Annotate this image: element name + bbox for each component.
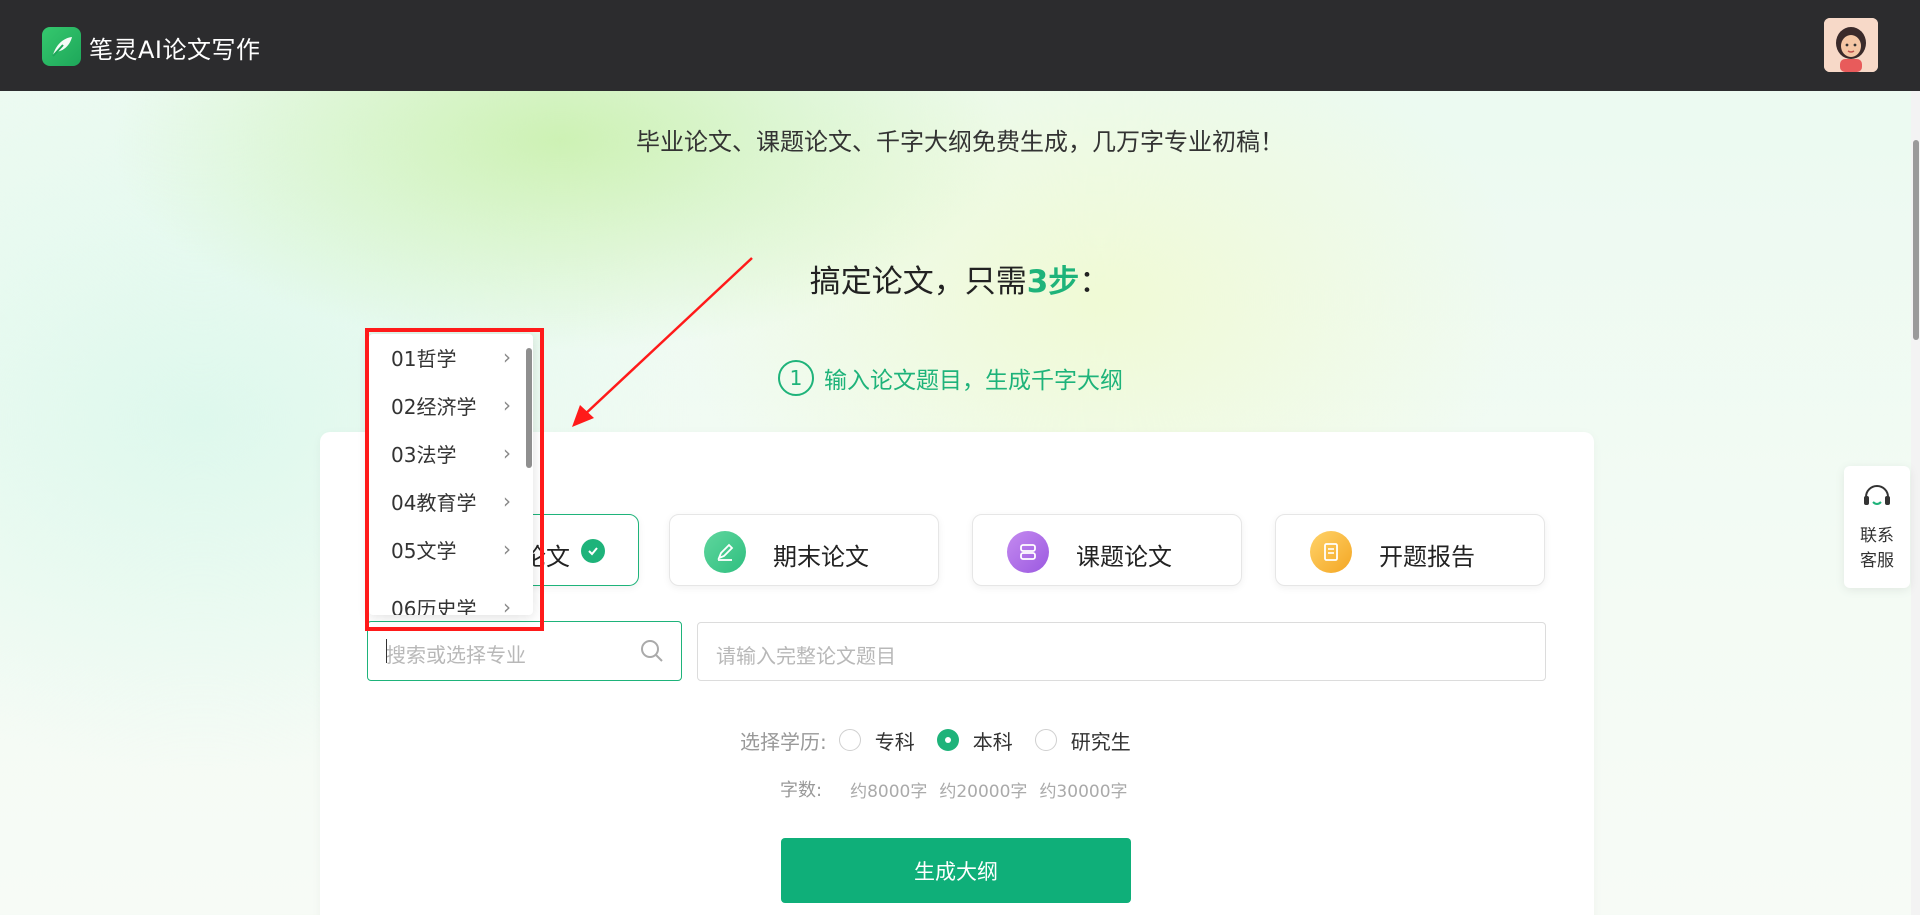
dropdown-item-label: 02经济学 (391, 394, 477, 419)
chevron-right-icon: › (503, 393, 511, 417)
dropdown-item[interactable]: 01哲学 › (391, 342, 521, 372)
word-count-option[interactable]: 约8000字 (850, 777, 927, 802)
tab-label: 课题论文 (1076, 543, 1172, 571)
education-label: 选择学历: (740, 729, 827, 754)
education-option[interactable]: 研究生 (1071, 726, 1131, 755)
customer-service-widget[interactable]: 联系 客服 (1844, 466, 1910, 588)
step-one: 1 输入论文题目，生成千字大纲 (778, 358, 1123, 398)
tab-label: 期末论文 (773, 543, 869, 571)
word-count-row: 字数: 约8000字 约20000字 约30000字 (780, 775, 1140, 803)
steps-title: 搞定论文，只需3步： (0, 256, 1920, 301)
hero-headline: 毕业论文、课题论文、千字大纲免费生成，几万字专业初稿！ (636, 128, 1284, 156)
dropdown-scrollbar[interactable] (526, 348, 532, 468)
chevron-right-icon: › (503, 595, 511, 615)
major-dropdown: 01哲学 › 02经济学 › 03法学 › 04教育学 › 05文学 › 06历… (369, 334, 533, 615)
step-number-badge: 1 (778, 360, 814, 396)
chevron-right-icon: › (503, 489, 511, 513)
tab-topic-paper[interactable]: 课题论文 (972, 514, 1242, 586)
education-option[interactable]: 本科 (973, 726, 1013, 755)
dropdown-item-label: 01哲学 (391, 346, 457, 371)
search-icon[interactable] (639, 638, 665, 664)
word-count-option[interactable]: 约20000字 (939, 777, 1027, 802)
service-label-line1: 联系 (1860, 526, 1894, 546)
dropdown-item-label: 06历史学 (391, 596, 477, 616)
tab-proposal-report[interactable]: 开题报告 (1275, 514, 1545, 586)
chevron-right-icon: › (503, 537, 511, 561)
chevron-right-icon: › (503, 441, 511, 465)
chevron-right-icon: › (503, 345, 511, 369)
dropdown-item[interactable]: 04教育学 › (391, 486, 521, 516)
dropdown-item[interactable]: 02经济学 › (391, 390, 521, 420)
service-label: 联系 客服 (1844, 524, 1910, 574)
radio-associate[interactable] (838, 729, 861, 751)
tab-final-paper[interactable]: 期末论文 (669, 514, 939, 586)
major-placeholder: 搜索或选择专业 (386, 643, 526, 667)
dropdown-item-label: 04教育学 (391, 490, 477, 515)
service-label-line2: 客服 (1860, 551, 1894, 571)
paper-title-input[interactable]: 请输入完整论文题目 (697, 622, 1546, 681)
word-count-option[interactable]: 约30000字 (1039, 777, 1127, 802)
user-avatar[interactable] (1824, 18, 1878, 72)
radio-postgraduate[interactable] (1034, 729, 1057, 751)
steps-title-suffix: ： (1079, 264, 1111, 300)
top-bar: 笔灵AI论文写作 (0, 0, 1920, 91)
brand-name[interactable]: 笔灵AI论文写作 (89, 30, 261, 65)
dropdown-item[interactable]: 05文学 › (391, 534, 521, 564)
feather-icon[interactable] (42, 27, 81, 66)
page-scrollbar-thumb[interactable] (1913, 140, 1919, 340)
annotation-arrow (572, 257, 753, 427)
topic-icon (1007, 531, 1049, 573)
dropdown-item-label: 03法学 (391, 442, 457, 467)
report-icon (1310, 531, 1352, 573)
check-icon (581, 539, 605, 563)
dropdown-item[interactable]: 06历史学 › (391, 592, 521, 615)
step-one-text: 输入论文题目，生成千字大纲 (824, 368, 1123, 394)
dropdown-item[interactable]: 03法学 › (391, 438, 521, 468)
pen-icon (704, 531, 746, 573)
dropdown-item-label: 05文学 (391, 538, 457, 563)
words-label: 字数: (780, 780, 823, 801)
text-caret (386, 639, 387, 663)
education-option[interactable]: 专科 (875, 726, 915, 755)
radio-bachelor[interactable] (936, 729, 959, 751)
steps-count: 3步 (1026, 264, 1080, 300)
tab-label: 开题报告 (1379, 543, 1475, 571)
education-selector: 选择学历: 专科 本科 研究生 (740, 725, 1153, 755)
headset-icon (1864, 485, 1890, 505)
major-search-input[interactable]: 搜索或选择专业 (367, 621, 682, 681)
steps-title-prefix: 搞定论文，只需 (809, 264, 1027, 300)
generate-outline-button[interactable]: 生成大纲 (781, 838, 1131, 903)
title-placeholder: 请输入完整论文题目 (716, 644, 896, 668)
